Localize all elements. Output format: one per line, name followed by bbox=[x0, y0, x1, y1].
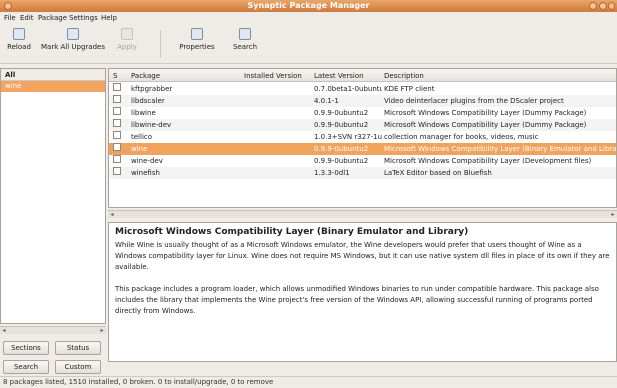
menu-help[interactable]: Help bbox=[101, 14, 117, 22]
package-summary: collection manager for books, videos, mu… bbox=[384, 133, 539, 141]
menu-settings[interactable]: Settings bbox=[69, 14, 98, 22]
latest-version: 0.9.9-0ubuntu2 bbox=[314, 121, 369, 129]
latest-version: 1.0.3+SVN r327-1ul bbox=[314, 133, 382, 141]
toolbar-separator bbox=[160, 30, 161, 58]
menu-package[interactable]: Package bbox=[38, 14, 67, 22]
filter-list[interactable]: All wine bbox=[0, 68, 106, 324]
package-name: winefish bbox=[131, 169, 160, 177]
status-bar: 8 packages listed, 1510 installed, 0 bro… bbox=[0, 376, 617, 388]
package-summary: Microsoft Windows Compatibility Layer (B… bbox=[384, 145, 616, 153]
package-name: tellico bbox=[131, 133, 153, 141]
package-name: libdscaler bbox=[131, 97, 165, 105]
scroll-left-icon[interactable]: ◂ bbox=[108, 211, 116, 218]
package-name: kftpgrabber bbox=[131, 85, 173, 93]
window-title: Synaptic Package Manager bbox=[247, 1, 370, 10]
table-row[interactable]: libwine 0.9.9-0ubuntu2 Microsoft Windows C… bbox=[109, 107, 616, 119]
table-row[interactable]: winefish 1.3.3-0dl1 LaTeX Editor based on … bbox=[109, 167, 616, 179]
scroll-right-icon[interactable]: ▸ bbox=[609, 211, 617, 218]
package-checkbox[interactable] bbox=[113, 107, 121, 115]
package-summary: KDE FTP client bbox=[384, 85, 435, 93]
apply-icon bbox=[121, 28, 133, 40]
latest-version: 0.9.9-0ubuntu2 bbox=[314, 109, 369, 117]
latest-version: 0.7.0beta1-0ubuntu bbox=[314, 85, 382, 93]
sections-button[interactable]: Sections bbox=[3, 341, 49, 355]
package-name: wine bbox=[131, 145, 148, 153]
package-checkbox[interactable] bbox=[113, 95, 121, 103]
filter-item-wine[interactable]: wine bbox=[1, 81, 105, 92]
package-checkbox[interactable] bbox=[113, 119, 121, 127]
package-description: Microsoft Windows Compatibility Layer (B… bbox=[108, 222, 617, 362]
window-menu-icon[interactable] bbox=[4, 2, 12, 10]
custom-filter-button[interactable]: Custom bbox=[55, 360, 101, 374]
table-row[interactable]: libwine-dev 0.9.9-0ubuntu2 Microsoft Windo… bbox=[109, 119, 616, 131]
package-checkbox[interactable] bbox=[113, 83, 121, 91]
package-name: libwine bbox=[131, 109, 156, 117]
column-installed-version[interactable]: Installed Version bbox=[244, 72, 302, 80]
maximize-icon[interactable] bbox=[599, 2, 607, 10]
package-summary: LaTeX Editor based on Bluefish bbox=[384, 169, 492, 177]
column-description[interactable]: Description bbox=[384, 72, 424, 80]
package-list-header: S Package Installed Version Latest Versi… bbox=[109, 69, 616, 82]
package-summary: Microsoft Windows Compatibility Layer (D… bbox=[384, 109, 587, 117]
scroll-right-icon[interactable]: ▸ bbox=[98, 327, 106, 334]
toolbar: Reload Mark All Upgrades Apply Propertie… bbox=[0, 24, 617, 64]
title-bar: Synaptic Package Manager bbox=[0, 0, 617, 12]
filter-list-header[interactable]: All bbox=[1, 69, 105, 81]
package-summary: Microsoft Windows Compatibility Layer (D… bbox=[384, 157, 592, 165]
column-package[interactable]: Package bbox=[131, 72, 160, 80]
mark-all-upgrades-button[interactable]: Mark All Upgrades bbox=[38, 28, 108, 60]
description-paragraph: This package includes a program loader, … bbox=[115, 285, 599, 315]
description-title: Microsoft Windows Compatibility Layer (B… bbox=[115, 227, 469, 237]
reload-icon bbox=[13, 28, 25, 40]
column-status[interactable]: S bbox=[113, 72, 117, 80]
table-row[interactable]: tellico 1.0.3+SVN r327-1ul collection mana… bbox=[109, 131, 616, 143]
menu-edit[interactable]: Edit bbox=[20, 14, 34, 22]
table-row[interactable]: libdscaler 4.0.1-1 Video deinterlacer plug… bbox=[109, 95, 616, 107]
column-latest-version[interactable]: Latest Version bbox=[314, 72, 364, 80]
package-summary: Microsoft Windows Compatibility Layer (D… bbox=[384, 121, 587, 129]
minimize-icon[interactable] bbox=[589, 2, 597, 10]
table-row[interactable]: kftpgrabber 0.7.0beta1-0ubuntu KDE FTP cli… bbox=[109, 83, 616, 95]
package-list-scrollbar[interactable]: ◂ ▸ bbox=[108, 210, 617, 218]
package-checkbox[interactable] bbox=[113, 167, 121, 175]
description-paragraph: While Wine is usually thought of as a Mi… bbox=[115, 241, 610, 271]
table-row[interactable]: wine-dev 0.9.9-0ubuntu2 Microsoft Windows … bbox=[109, 155, 616, 167]
package-checkbox[interactable] bbox=[113, 143, 121, 151]
reload-button[interactable]: Reload bbox=[4, 28, 34, 60]
latest-version: 0.9.9-0ubuntu2 bbox=[314, 145, 369, 153]
search-icon bbox=[239, 28, 251, 40]
latest-version: 4.0.1-1 bbox=[314, 97, 339, 105]
menu-bar: File Edit Package Settings Help bbox=[0, 12, 617, 24]
package-name: wine-dev bbox=[131, 157, 163, 165]
search-filter-button[interactable]: Search bbox=[3, 360, 49, 374]
latest-version: 1.3.3-0dl1 bbox=[314, 169, 350, 177]
filter-list-scrollbar[interactable]: ◂ ▸ bbox=[0, 326, 106, 334]
status-button[interactable]: Status bbox=[55, 341, 101, 355]
search-button[interactable]: Search bbox=[228, 28, 262, 60]
package-name: libwine-dev bbox=[131, 121, 172, 129]
scroll-left-icon[interactable]: ◂ bbox=[0, 327, 8, 334]
table-row[interactable]: wine 0.9.9-0ubuntu2 Microsoft Windows Comp… bbox=[109, 143, 616, 155]
apply-button[interactable]: Apply bbox=[112, 28, 142, 60]
upgrade-icon bbox=[67, 28, 79, 40]
properties-button[interactable]: Properties bbox=[176, 28, 218, 60]
package-checkbox[interactable] bbox=[113, 131, 121, 139]
latest-version: 0.9.9-0ubuntu2 bbox=[314, 157, 369, 165]
properties-icon bbox=[191, 28, 203, 40]
close-icon[interactable] bbox=[608, 2, 615, 10]
menu-file[interactable]: File bbox=[4, 14, 16, 22]
package-checkbox[interactable] bbox=[113, 155, 121, 163]
package-summary: Video deinterlacer plugins from the DSca… bbox=[384, 97, 564, 105]
package-list[interactable]: S Package Installed Version Latest Versi… bbox=[108, 68, 617, 208]
